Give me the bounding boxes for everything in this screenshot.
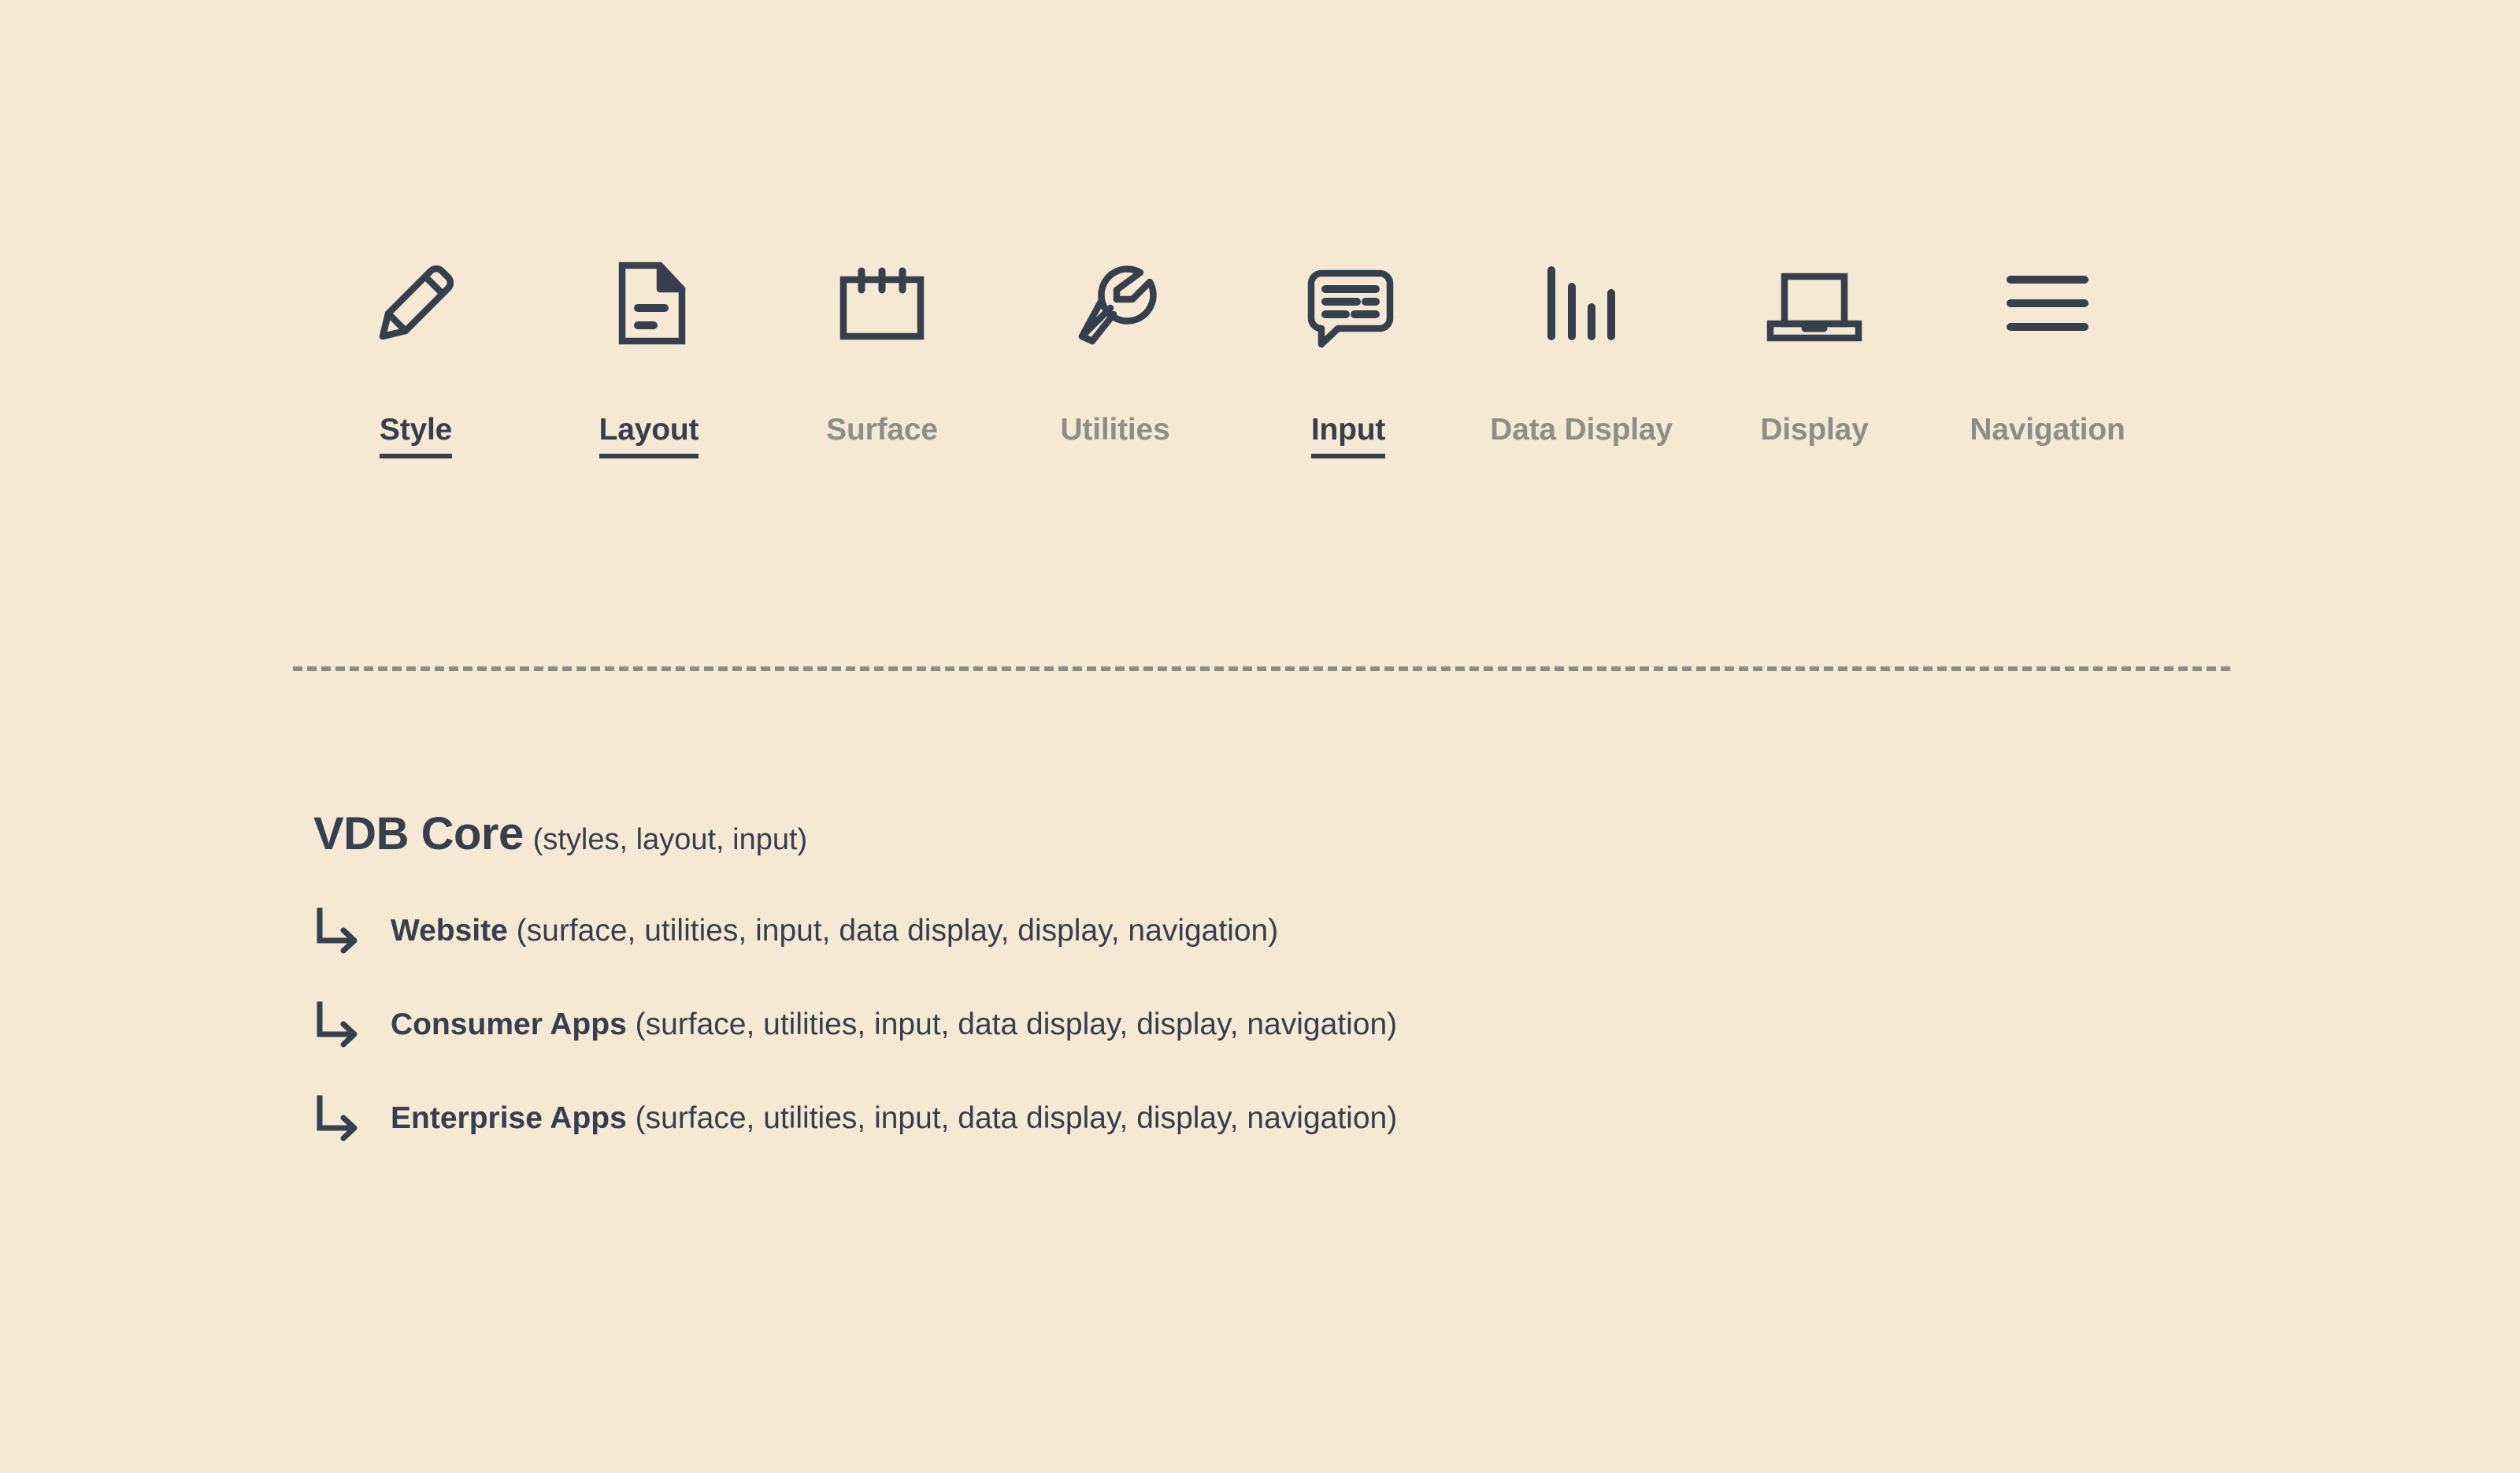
category-item-surface[interactable]: Surface: [765, 236, 999, 458]
category-item-style[interactable]: Style: [299, 236, 532, 458]
hierarchy-row-paren: (surface, utilities, input, data display…: [635, 1007, 1398, 1041]
category-label: Layout: [598, 414, 699, 458]
hierarchy-row-paren: (surface, utilities, input, data display…: [516, 913, 1279, 948]
wrench-icon: [1068, 236, 1162, 370]
hierarchy-row-name: Enterprise Apps: [391, 1100, 627, 1135]
category-label: Surface: [826, 413, 938, 447]
category-label: Utilities: [1060, 413, 1170, 447]
hierarchy-row-text: Website (surface, utilities, input, data…: [391, 915, 1278, 946]
category-item-utilities[interactable]: Utilities: [999, 236, 1232, 458]
hamburger-menu-icon: [1996, 236, 2099, 370]
bar-chart-icon: [1534, 236, 1629, 370]
branch-arrow-icon: [313, 1093, 362, 1142]
laptop-icon: [1759, 236, 1870, 370]
branch-arrow-icon: [313, 1000, 362, 1048]
hierarchy-row-name: Website: [391, 913, 508, 948]
hierarchy-row-enterprise-apps: Enterprise Apps (surface, utilities, inp…: [313, 1087, 2203, 1148]
category-strip: Style Layout Surface Utilities Input Dat…: [299, 236, 2268, 458]
hierarchy-row-name: Consumer Apps: [391, 1007, 627, 1041]
page-root: Style Layout Surface Utilities Input Dat…: [0, 0, 2520, 1473]
category-item-input[interactable]: Input: [1232, 236, 1465, 458]
category-label: Data Display: [1490, 413, 1673, 447]
category-label: Navigation: [1970, 413, 2125, 447]
category-item-layout[interactable]: Layout: [532, 236, 765, 458]
category-item-display[interactable]: Display: [1698, 236, 1931, 458]
dashed-divider: [293, 666, 2230, 671]
hierarchy-row-consumer-apps: Consumer Apps (surface, utilities, input…: [313, 993, 2203, 1055]
category-item-data-display[interactable]: Data Display: [1465, 236, 1698, 458]
category-label: Input: [1310, 414, 1385, 458]
hierarchy-title: VDB Core (styles, layout, input): [313, 811, 2203, 857]
hierarchy-row-paren: (surface, utilities, input, data display…: [635, 1100, 1398, 1135]
speech-bubble-icon: [1297, 236, 1399, 370]
hierarchy-row-text: Consumer Apps (surface, utilities, input…: [391, 1009, 1397, 1040]
hierarchy-row-text: Enterprise Apps (surface, utilities, inp…: [391, 1103, 1397, 1134]
hierarchy-title-paren: (styles, layout, input): [532, 823, 808, 856]
category-label: Display: [1760, 413, 1869, 447]
hierarchy-row-website: Website (surface, utilities, input, data…: [313, 900, 2203, 961]
category-item-navigation[interactable]: Navigation: [1931, 236, 2164, 458]
pencil-icon: [369, 236, 463, 370]
category-label: Style: [379, 414, 452, 458]
hierarchy-title-name: VDB Core: [313, 808, 524, 859]
document-icon: [602, 236, 696, 370]
hierarchy-section: VDB Core (styles, layout, input) Website …: [313, 811, 2203, 1181]
calendar-card-icon: [831, 236, 933, 370]
branch-arrow-icon: [313, 906, 362, 955]
